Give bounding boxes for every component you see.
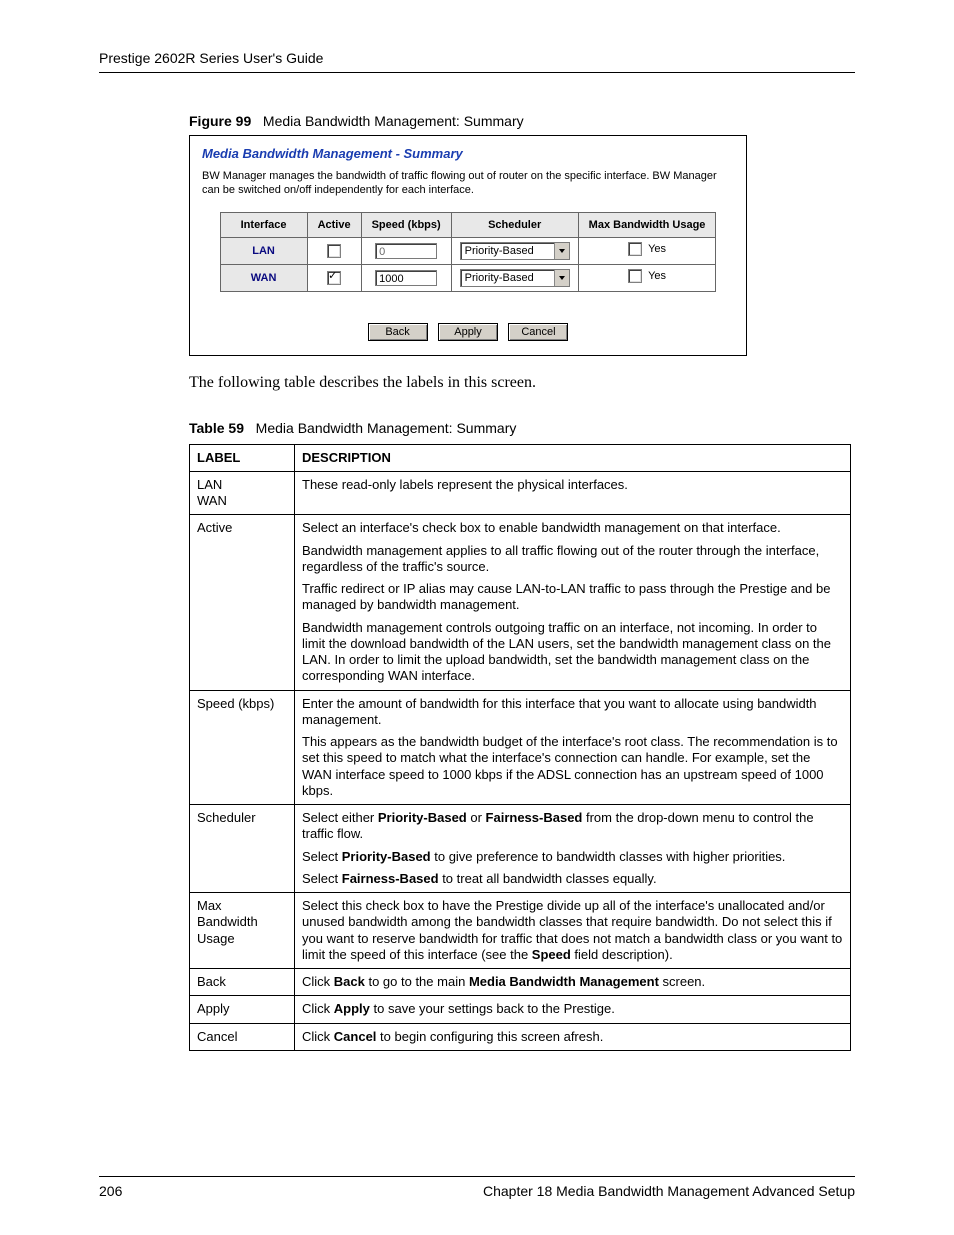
page-footer: 206 Chapter 18 Media Bandwidth Managemen… <box>99 1176 855 1199</box>
scheduler-select-wan[interactable]: Priority-Based <box>460 269 570 287</box>
table-caption: Table 59 Media Bandwidth Management: Sum… <box>189 420 855 436</box>
cell-scheduler: Priority-Based <box>451 237 578 264</box>
apply-button[interactable]: Apply <box>438 323 498 341</box>
desc-label: Cancel <box>190 1023 295 1050</box>
desc-text: Click Apply to save your settings back t… <box>295 996 851 1023</box>
bandwidth-table: Interface Active Speed (kbps) Scheduler … <box>220 212 717 292</box>
cell-active <box>307 264 361 291</box>
figure-caption: Figure 99 Media Bandwidth Management: Su… <box>189 113 855 129</box>
desc-row-speed: Speed (kbps) Enter the amount of bandwid… <box>190 690 851 805</box>
col-active: Active <box>307 212 361 237</box>
table-caption-text: Media Bandwidth Management: Summary <box>256 420 517 436</box>
table-header-row: Interface Active Speed (kbps) Scheduler … <box>220 212 716 237</box>
cell-max: Yes <box>578 264 716 291</box>
scheduler-value: Priority-Based <box>461 272 554 284</box>
button-row: Back Apply Cancel <box>202 322 734 341</box>
table-row: WAN 1000 Priority-Based <box>220 264 716 291</box>
desc-label: Apply <box>190 996 295 1023</box>
desc-row-apply: Apply Click Apply to save your settings … <box>190 996 851 1023</box>
col-interface: Interface <box>220 212 307 237</box>
max-bw-label: Yes <box>648 243 666 255</box>
col-max-bandwidth: Max Bandwidth Usage <box>578 212 716 237</box>
max-bw-checkbox-wan[interactable] <box>628 269 642 283</box>
desc-row-back: Back Click Back to go to the main Media … <box>190 969 851 996</box>
description-table: LABEL DESCRIPTION LAN WAN These read-onl… <box>189 444 851 1051</box>
chevron-down-icon <box>554 270 569 286</box>
page-number: 206 <box>99 1183 122 1199</box>
desc-text: Select this check box to have the Presti… <box>295 893 851 969</box>
cell-speed: 1000 <box>361 264 451 291</box>
max-bw-label: Yes <box>648 270 666 282</box>
active-checkbox-lan[interactable] <box>327 244 341 258</box>
active-checkbox-wan[interactable] <box>327 271 341 285</box>
cell-active <box>307 237 361 264</box>
scheduler-select-lan[interactable]: Priority-Based <box>460 242 570 260</box>
desc-text: These read-only labels represent the phy… <box>295 471 851 515</box>
desc-row-scheduler: Scheduler Select either Priority-Based o… <box>190 805 851 893</box>
scheduler-value: Priority-Based <box>461 245 554 257</box>
desc-text: Select either Priority-Based or Fairness… <box>295 805 851 893</box>
desc-row-max: Max Bandwidth Usage Select this check bo… <box>190 893 851 969</box>
figure-caption-text: Media Bandwidth Management: Summary <box>263 113 524 129</box>
speed-input-lan[interactable]: 0 <box>375 243 437 259</box>
desc-label: Active <box>190 515 295 690</box>
desc-label: Speed (kbps) <box>190 690 295 805</box>
desc-text: Enter the amount of bandwidth for this i… <box>295 690 851 805</box>
back-button[interactable]: Back <box>368 323 428 341</box>
desc-label: LAN WAN <box>190 471 295 515</box>
page: Prestige 2602R Series User's Guide Figur… <box>0 0 954 1235</box>
panel-intro: BW Manager manages the bandwidth of traf… <box>202 169 734 198</box>
desc-row-lan-wan: LAN WAN These read-only labels represent… <box>190 471 851 515</box>
desc-label: Scheduler <box>190 805 295 893</box>
speed-input-wan[interactable]: 1000 <box>375 270 437 286</box>
desc-text: Select an interface's check box to enabl… <box>295 515 851 690</box>
table-label: Table 59 <box>189 420 244 436</box>
figure-label: Figure 99 <box>189 113 251 129</box>
col-label: LABEL <box>190 444 295 471</box>
desc-label: Back <box>190 969 295 996</box>
desc-row-active: Active Select an interface's check box t… <box>190 515 851 690</box>
row-interface-label: WAN <box>220 264 307 291</box>
max-bw-checkbox-lan[interactable] <box>628 242 642 256</box>
col-scheduler: Scheduler <box>451 212 578 237</box>
cell-scheduler: Priority-Based <box>451 264 578 291</box>
chapter-title: Chapter 18 Media Bandwidth Management Ad… <box>483 1183 855 1199</box>
desc-row-cancel: Cancel Click Cancel to begin configuring… <box>190 1023 851 1050</box>
chevron-down-icon <box>554 243 569 259</box>
table-row: LAN 0 Priority-Based <box>220 237 716 264</box>
col-description: DESCRIPTION <box>295 444 851 471</box>
cancel-button[interactable]: Cancel <box>508 323 568 341</box>
col-speed: Speed (kbps) <box>361 212 451 237</box>
row-interface-label: LAN <box>220 237 307 264</box>
desc-text: Click Back to go to the main Media Bandw… <box>295 969 851 996</box>
desc-table-header: LABEL DESCRIPTION <box>190 444 851 471</box>
screenshot-panel: Media Bandwidth Management - Summary BW … <box>189 135 747 356</box>
running-header: Prestige 2602R Series User's Guide <box>99 50 855 73</box>
desc-text: Click Cancel to begin configuring this s… <box>295 1023 851 1050</box>
cell-max: Yes <box>578 237 716 264</box>
cell-speed: 0 <box>361 237 451 264</box>
panel-title: Media Bandwidth Management - Summary <box>202 146 734 161</box>
body-paragraph: The following table describes the labels… <box>189 374 855 392</box>
desc-label: Max Bandwidth Usage <box>190 893 295 969</box>
